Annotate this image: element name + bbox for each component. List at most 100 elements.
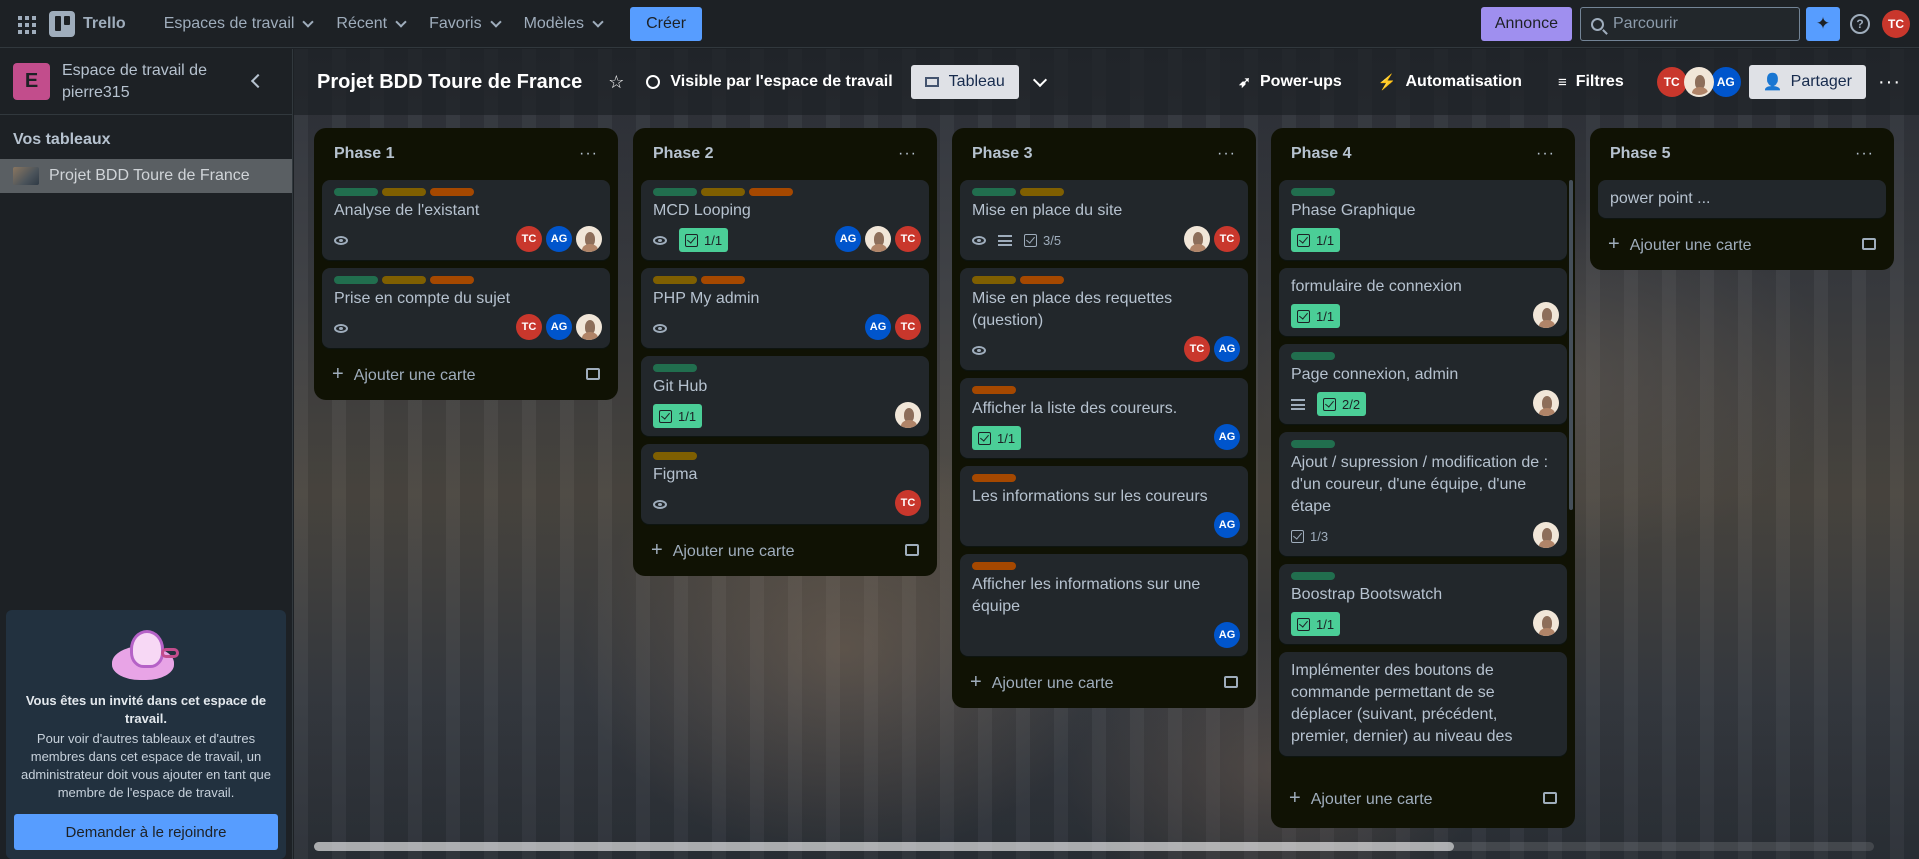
- annonce-button[interactable]: Annonce: [1480, 7, 1572, 41]
- list-scrollbar[interactable]: [1569, 180, 1573, 510]
- automation-button[interactable]: ⚡ Automatisation: [1378, 73, 1522, 91]
- card[interactable]: Phase Graphique 1/1: [1279, 180, 1567, 260]
- card-template-icon[interactable]: [905, 544, 919, 556]
- menu-recent[interactable]: Récent: [324, 8, 417, 40]
- add-card-button[interactable]: + Ajouter une carte: [1598, 226, 1886, 262]
- scrollbar-thumb[interactable]: [314, 842, 1454, 851]
- member-avatar-tc[interactable]: TC: [1214, 226, 1240, 252]
- member-avatar-ag[interactable]: AG: [546, 226, 572, 252]
- share-button[interactable]: 👤 Partager: [1748, 65, 1867, 99]
- create-button[interactable]: Créer: [630, 6, 703, 41]
- label-yellow[interactable]: [1020, 188, 1064, 196]
- label-green[interactable]: [653, 188, 697, 196]
- card[interactable]: Git Hub 1/1: [641, 356, 929, 436]
- card[interactable]: Prise en compte du sujet TC AG: [322, 268, 610, 348]
- card-template-icon[interactable]: [1224, 676, 1238, 688]
- label-green[interactable]: [1291, 440, 1335, 448]
- powerups-button[interactable]: ➶ Power-ups: [1238, 73, 1341, 91]
- list-title[interactable]: Phase 4: [1291, 145, 1351, 163]
- horizontal-scrollbar[interactable]: [314, 842, 1874, 851]
- card[interactable]: Mise en place des requettes (question) TC…: [960, 268, 1248, 370]
- label-orange[interactable]: [749, 188, 793, 196]
- member-avatar-photo[interactable]: [1533, 390, 1559, 416]
- card[interactable]: Afficher la liste des coureurs. 1/1 AG: [960, 378, 1248, 458]
- add-card-button[interactable]: + Ajouter une carte: [960, 664, 1248, 700]
- member-avatar-photo[interactable]: [1533, 610, 1559, 636]
- add-card-button[interactable]: + Ajouter une carte: [641, 532, 929, 568]
- list-menu-icon[interactable]: ···: [898, 145, 917, 163]
- card[interactable]: power point ...: [1598, 180, 1886, 218]
- label-orange[interactable]: [430, 276, 474, 284]
- menu-workspaces[interactable]: Espaces de travail: [152, 8, 325, 40]
- label-orange[interactable]: [701, 276, 745, 284]
- member-avatar-photo[interactable]: [895, 402, 921, 428]
- add-card-button[interactable]: + Ajouter une carte: [322, 356, 610, 392]
- label-orange[interactable]: [430, 188, 474, 196]
- workspace-badge[interactable]: E: [13, 63, 50, 100]
- member-avatar-tc[interactable]: TC: [1656, 67, 1687, 97]
- member-avatar-photo[interactable]: [1533, 302, 1559, 328]
- member-avatar-tc[interactable]: TC: [1184, 336, 1210, 362]
- card[interactable]: Mise en place du site 3/5 TC: [960, 180, 1248, 260]
- card[interactable]: formulaire de connexion 1/1: [1279, 268, 1567, 336]
- user-avatar[interactable]: TC: [1882, 10, 1910, 38]
- label-orange[interactable]: [972, 562, 1016, 570]
- member-avatar-photo[interactable]: [1683, 67, 1714, 97]
- card[interactable]: MCD Looping 1/1 AG TC: [641, 180, 929, 260]
- list-title[interactable]: Phase 1: [334, 145, 394, 163]
- label-yellow[interactable]: [701, 188, 745, 196]
- member-avatar-ag[interactable]: AG: [546, 314, 572, 340]
- list-title[interactable]: Phase 3: [972, 145, 1032, 163]
- request-join-button[interactable]: Demander à le rejoindre: [14, 814, 278, 850]
- member-avatar-photo[interactable]: [1533, 522, 1559, 548]
- card[interactable]: Afficher les informations sur une équipe…: [960, 554, 1248, 656]
- member-avatar-photo[interactable]: [576, 314, 602, 340]
- filters-button[interactable]: ≡ Filtres: [1558, 73, 1624, 91]
- label-yellow[interactable]: [972, 276, 1016, 284]
- label-green[interactable]: [1291, 572, 1335, 580]
- member-avatar-ag[interactable]: AG: [865, 314, 891, 340]
- board-title[interactable]: Projet BDD Toure de France: [317, 71, 582, 94]
- label-yellow[interactable]: [653, 276, 697, 284]
- card-template-icon[interactable]: [586, 368, 600, 380]
- add-card-button[interactable]: + Ajouter une carte: [1279, 780, 1567, 816]
- member-avatar-ag[interactable]: AG: [1710, 67, 1741, 97]
- member-avatar-ag[interactable]: AG: [1214, 336, 1240, 362]
- label-green[interactable]: [1291, 188, 1335, 196]
- member-avatar-tc[interactable]: TC: [895, 490, 921, 516]
- card[interactable]: Les informations sur les coureurs AG: [960, 466, 1248, 546]
- label-green[interactable]: [972, 188, 1016, 196]
- member-avatar-photo[interactable]: [865, 226, 891, 252]
- menu-templates[interactable]: Modèles: [512, 8, 614, 40]
- trello-logo[interactable]: Trello: [49, 10, 126, 37]
- list-menu-icon[interactable]: ···: [1217, 145, 1236, 163]
- member-avatar-tc[interactable]: TC: [895, 226, 921, 252]
- board-menu-icon[interactable]: ···: [1878, 71, 1901, 94]
- member-avatar-tc[interactable]: TC: [895, 314, 921, 340]
- sidebar-item-board[interactable]: Projet BDD Toure de France: [0, 159, 292, 193]
- view-tableau-button[interactable]: Tableau: [910, 65, 1019, 99]
- label-green[interactable]: [653, 364, 697, 372]
- list-title[interactable]: Phase 5: [1610, 145, 1670, 163]
- member-avatar-tc[interactable]: TC: [516, 226, 542, 252]
- card[interactable]: Analyse de l'existant TC AG: [322, 180, 610, 260]
- menu-favorites[interactable]: Favoris: [417, 8, 511, 40]
- card-template-icon[interactable]: [1543, 792, 1557, 804]
- label-green[interactable]: [334, 276, 378, 284]
- member-avatar-ag[interactable]: AG: [1214, 512, 1240, 538]
- card[interactable]: Ajout / supression / modification de : d…: [1279, 432, 1567, 556]
- card[interactable]: Implémenter des boutons de commande perm…: [1279, 652, 1567, 756]
- member-avatar-ag[interactable]: AG: [1214, 622, 1240, 648]
- list-menu-icon[interactable]: ···: [1536, 145, 1555, 163]
- search-input[interactable]: Parcourir: [1580, 7, 1800, 41]
- card-template-icon[interactable]: [1862, 238, 1876, 250]
- list-title[interactable]: Phase 2: [653, 145, 713, 163]
- app-switcher-icon[interactable]: [13, 11, 39, 37]
- member-avatar-tc[interactable]: TC: [516, 314, 542, 340]
- label-green[interactable]: [334, 188, 378, 196]
- notifications-button[interactable]: ✦: [1806, 7, 1840, 41]
- help-icon[interactable]: ?: [1850, 14, 1870, 34]
- label-yellow[interactable]: [653, 452, 697, 460]
- label-orange[interactable]: [972, 386, 1016, 394]
- label-yellow[interactable]: [382, 276, 426, 284]
